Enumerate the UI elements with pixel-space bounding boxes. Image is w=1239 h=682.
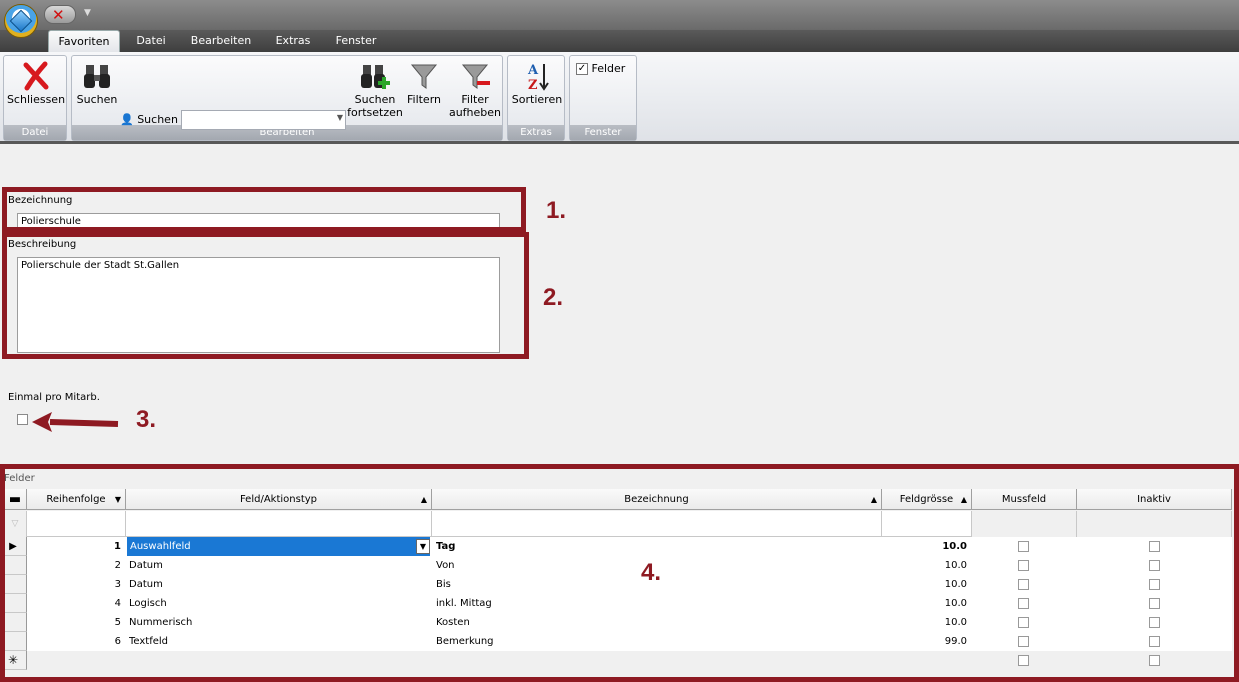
sortieren-label: Sortieren bbox=[511, 93, 563, 106]
suchen-fortsetzen-label-1: Suchen bbox=[354, 93, 396, 106]
group-label-datei: Datei bbox=[4, 125, 66, 140]
quick-access-toolbar[interactable]: ✕ bbox=[44, 5, 76, 24]
funnel-icon bbox=[410, 64, 438, 89]
einmal-pro-mitarb-checkbox[interactable] bbox=[17, 414, 28, 425]
title-bar: ✕ ▼ bbox=[0, 0, 1239, 38]
group-fenster: ✓ Felder Fenster bbox=[569, 55, 637, 141]
annotation-box-2 bbox=[2, 232, 529, 359]
filtern-label: Filtern bbox=[406, 93, 442, 106]
annotation-number-3: 3. bbox=[136, 406, 157, 433]
binoculars-icon bbox=[84, 65, 110, 88]
annotation-number-4: 4. bbox=[641, 559, 662, 586]
suchen-fortsetzen-label-2: fortsetzen bbox=[347, 106, 403, 119]
einmal-pro-mitarb-label: Einmal pro Mitarb. bbox=[8, 392, 100, 403]
tab-datei[interactable]: Datei bbox=[130, 30, 172, 52]
suchen-big-label: Suchen bbox=[76, 93, 118, 106]
schliessen-label: Schliessen bbox=[6, 93, 66, 106]
filter-aufheben-button[interactable]: Filter aufheben bbox=[448, 61, 502, 119]
svg-text:Z: Z bbox=[528, 78, 538, 91]
felder-label: Felder bbox=[591, 62, 626, 75]
felder-toggle[interactable]: ✓ Felder bbox=[576, 62, 625, 75]
ribbon: Schliessen Datei Suchen Suchen fortsetze… bbox=[0, 52, 1239, 144]
annotation-number-1: 1. bbox=[546, 197, 567, 224]
search-combobox[interactable]: ▼ bbox=[181, 110, 346, 130]
suchen-label: Suchen bbox=[137, 113, 178, 126]
group-extras: A Z Sortieren Extras bbox=[507, 55, 565, 141]
tab-bearbeiten[interactable]: Bearbeiten bbox=[186, 30, 256, 52]
schliessen-button[interactable]: Schliessen bbox=[6, 61, 66, 106]
tab-extras[interactable]: Extras bbox=[268, 30, 318, 52]
suchen-button[interactable]: Suchen bbox=[74, 61, 120, 106]
group-datei: Schliessen Datei bbox=[3, 55, 67, 141]
tab-favoriten[interactable]: Favoriten bbox=[48, 30, 120, 52]
sortieren-button[interactable]: A Z Sortieren bbox=[510, 61, 564, 106]
funnel-remove-icon bbox=[461, 64, 490, 89]
filter-aufheben-label-1: Filter bbox=[461, 93, 489, 106]
close-icon[interactable]: ✕ bbox=[52, 6, 65, 24]
checkbox-checked-icon[interactable]: ✓ bbox=[576, 63, 588, 75]
suchen-small-button[interactable]: 👤 Suchen bbox=[120, 113, 178, 126]
annotation-box-1 bbox=[2, 187, 526, 232]
svg-text:A: A bbox=[527, 63, 539, 78]
chevron-down-icon[interactable]: ▼ bbox=[337, 113, 343, 122]
binoculars-plus-icon bbox=[361, 65, 390, 89]
suchen-fortsetzen-button[interactable]: Suchen fortsetzen bbox=[346, 61, 404, 119]
filter-aufheben-label-2: aufheben bbox=[448, 106, 502, 119]
person-search-icon: 👤 bbox=[120, 113, 134, 126]
sort-az-icon: A Z bbox=[527, 63, 549, 91]
tab-fenster[interactable]: Fenster bbox=[330, 30, 382, 52]
filtern-button[interactable]: Filtern bbox=[404, 61, 444, 106]
app-cube-icon bbox=[9, 9, 33, 33]
app-menu-orb[interactable] bbox=[4, 4, 38, 38]
group-label-fenster: Fenster bbox=[570, 125, 636, 140]
annotation-number-2: 2. bbox=[543, 284, 564, 311]
ribbon-tab-row: Favoriten Datei Bearbeiten Extras Fenste… bbox=[0, 30, 1239, 52]
annotation-arrow-icon bbox=[32, 412, 119, 432]
annotation-box-4 bbox=[0, 464, 1239, 682]
qat-dropdown-icon[interactable]: ▼ bbox=[84, 8, 91, 18]
group-label-extras: Extras bbox=[508, 125, 564, 140]
close-x-icon bbox=[23, 61, 49, 91]
